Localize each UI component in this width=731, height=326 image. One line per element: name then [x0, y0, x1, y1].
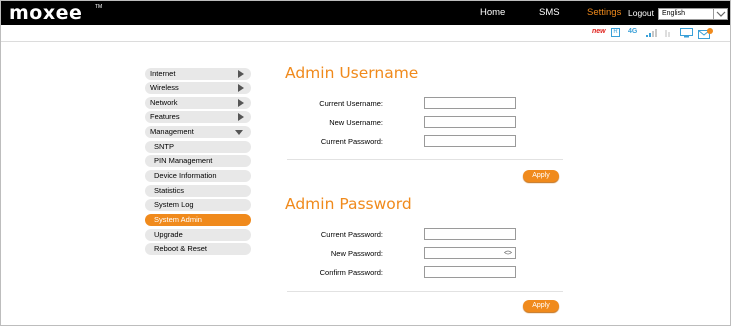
admin-username-title: Admin Username: [285, 64, 419, 82]
admin-password-title: Admin Password: [285, 195, 412, 213]
logout-link[interactable]: Logout: [628, 1, 654, 25]
sidebar-subitem-label: Reboot & Reset: [154, 244, 207, 253]
status-bar: new R 4G: [1, 25, 730, 42]
sidebar-subitem-reboot-reset[interactable]: Reboot & Reset: [145, 243, 251, 255]
brand-logo: moxee: [9, 2, 83, 24]
sidebar-subitem-pin-management[interactable]: PIN Management: [145, 155, 251, 167]
password-current-password-label: Current Password:: [320, 230, 383, 239]
username-apply-button[interactable]: Apply: [523, 170, 559, 182]
sidebar-subitem-statistics[interactable]: Statistics: [145, 185, 251, 197]
language-select[interactable]: English: [658, 8, 728, 20]
username-current-password-label: Current Password:: [320, 137, 383, 146]
sidebar-item-label: Features: [150, 112, 180, 121]
chevron-down-icon: [713, 8, 727, 20]
chevron-right-icon: [238, 84, 244, 92]
sidebar-subitem-system-log[interactable]: System Log: [145, 199, 251, 211]
nav-home[interactable]: Home: [480, 1, 505, 25]
sidebar-subitem-label: System Admin: [154, 215, 202, 224]
new-password-input[interactable]: [424, 247, 516, 259]
network-type: 4G: [628, 28, 638, 35]
sidebar-item-network[interactable]: Network: [145, 97, 251, 109]
username-current-password-input[interactable]: [424, 135, 516, 147]
sidebar-item-label: Network: [150, 98, 178, 107]
monitor-icon[interactable]: [680, 28, 693, 40]
new-password-label: New Password:: [330, 249, 383, 258]
confirm-password-label: Confirm Password:: [319, 268, 383, 277]
sidebar-subitem-system-admin[interactable]: System Admin: [145, 214, 251, 226]
sidebar-subitem-device-information[interactable]: Device Information: [145, 170, 251, 182]
confirm-password-input[interactable]: [424, 266, 516, 278]
antenna-icon: [665, 29, 673, 40]
nav-settings[interactable]: Settings: [587, 1, 621, 25]
mail-icon[interactable]: [698, 28, 714, 41]
signal-icon: [646, 29, 658, 39]
sidebar-subitem-label: Device Information: [154, 171, 217, 180]
section-divider: [287, 159, 563, 160]
password-current-password-input[interactable]: [424, 228, 516, 240]
sidebar-subitem-label: Upgrade: [154, 230, 183, 239]
sidebar-subitem-label: Statistics: [154, 186, 185, 195]
current-username-input[interactable]: [424, 97, 516, 109]
sidebar-subitem-label: PIN Management: [154, 156, 213, 165]
sidebar-item-label: Wireless: [150, 83, 179, 92]
new-username-input[interactable]: [424, 116, 516, 128]
sidebar-subitem-label: System Log: [154, 200, 194, 209]
sidebar-item-features[interactable]: Features: [145, 111, 251, 123]
sidebar-item-label: Management: [150, 127, 194, 136]
new-username-label: New Username:: [329, 118, 383, 127]
sidebar-item-management[interactable]: Management: [145, 126, 251, 138]
password-apply-button[interactable]: Apply: [523, 300, 559, 312]
sidebar-item-label: Internet: [150, 69, 176, 78]
app-frame: moxee TM Home SMS Settings Logout Englis…: [0, 0, 731, 326]
new-badge: new: [592, 28, 606, 35]
current-username-label: Current Username:: [319, 99, 383, 108]
sidebar-subitem-label: SNTP: [154, 142, 175, 151]
section-divider: [287, 291, 563, 292]
brand-trademark: TM: [95, 4, 103, 10]
top-bar: moxee TM Home SMS Settings Logout Englis…: [1, 1, 730, 25]
chevron-right-icon: [238, 70, 244, 78]
chevron-down-icon: [235, 130, 243, 135]
language-value: English: [662, 10, 685, 17]
sidebar-item-wireless[interactable]: Wireless: [145, 82, 251, 94]
nav-sms[interactable]: SMS: [539, 1, 560, 25]
eye-icon[interactable]: [503, 250, 513, 257]
sidebar-item-internet[interactable]: Internet: [145, 68, 251, 80]
sidebar-subitem-upgrade[interactable]: Upgrade: [145, 229, 251, 241]
sidebar-subitem-sntp[interactable]: SNTP: [145, 141, 251, 153]
roaming-icon: R: [611, 28, 620, 37]
